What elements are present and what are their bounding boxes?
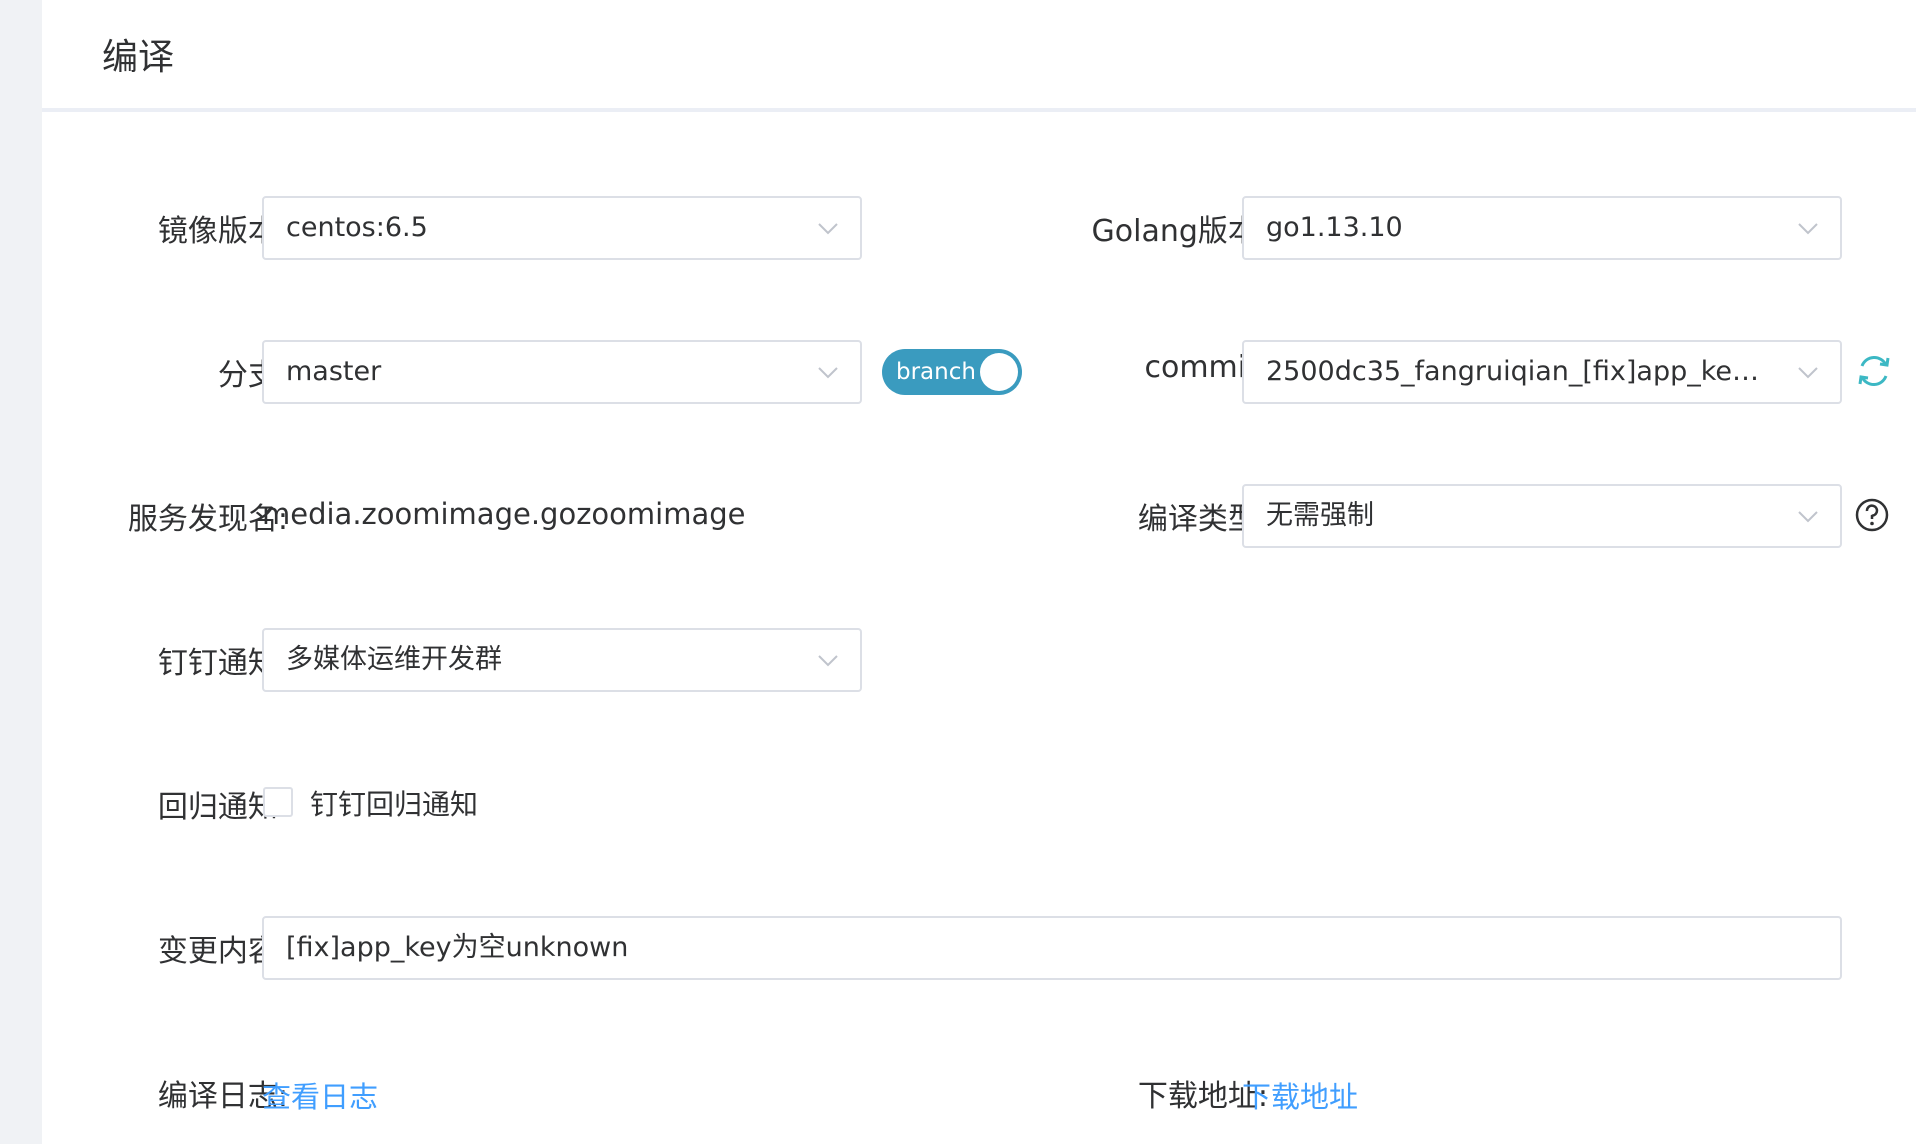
image-version-value: centos:6.5 <box>286 212 428 243</box>
chevron-down-icon <box>818 367 838 379</box>
panel-header: 编译 <box>42 0 1916 112</box>
compile-type-select[interactable]: 无需强制 <box>1242 484 1842 548</box>
chevron-down-icon <box>818 223 838 235</box>
chevron-down-icon <box>1798 223 1818 235</box>
golang-version-select[interactable]: go1.13.10 <box>1242 196 1842 260</box>
chevron-down-icon <box>818 655 838 667</box>
branch-value: master <box>286 356 382 387</box>
commit-value: 2500dc35_fangruiqian_[fix]app_key为... <box>1266 356 1766 387</box>
chevron-down-icon <box>1798 511 1818 523</box>
toggle-knob <box>980 353 1018 391</box>
image-version-select[interactable]: centos:6.5 <box>262 196 862 260</box>
download-link[interactable]: 下载地址 <box>1242 1074 1358 1116</box>
page-title: 编译 <box>102 37 175 78</box>
golang-version-value: go1.13.10 <box>1266 212 1403 243</box>
branch-select[interactable]: master <box>262 340 862 404</box>
dingtalk-notify-select[interactable]: 多媒体运维开发群 <box>262 628 862 692</box>
regression-notify-checkbox[interactable] <box>263 787 293 817</box>
change-content-value: [fix]app_key为空unknown <box>286 932 629 963</box>
compile-panel: 编译 镜像版本: centos:6.5 Golang版本: go1.13.10 … <box>42 0 1916 1144</box>
commit-select[interactable]: 2500dc35_fangruiqian_[fix]app_key为... <box>1242 340 1842 404</box>
question-circle-icon[interactable] <box>1854 497 1890 533</box>
chevron-down-icon <box>1798 367 1818 379</box>
service-name-value: media.zoomimage.gozoomimage <box>262 497 746 531</box>
dingtalk-notify-value: 多媒体运维开发群 <box>286 644 502 675</box>
refresh-icon[interactable] <box>1854 351 1894 391</box>
compile-type-value: 无需强制 <box>1266 500 1374 531</box>
regression-notify-checkbox-label[interactable]: 钉钉回归通知 <box>310 783 478 823</box>
branch-toggle[interactable]: branch <box>882 349 1022 395</box>
branch-toggle-label: branch <box>896 359 976 385</box>
view-log-link[interactable]: 查看日志 <box>262 1074 378 1116</box>
change-content-input[interactable]: [fix]app_key为空unknown <box>262 916 1842 980</box>
